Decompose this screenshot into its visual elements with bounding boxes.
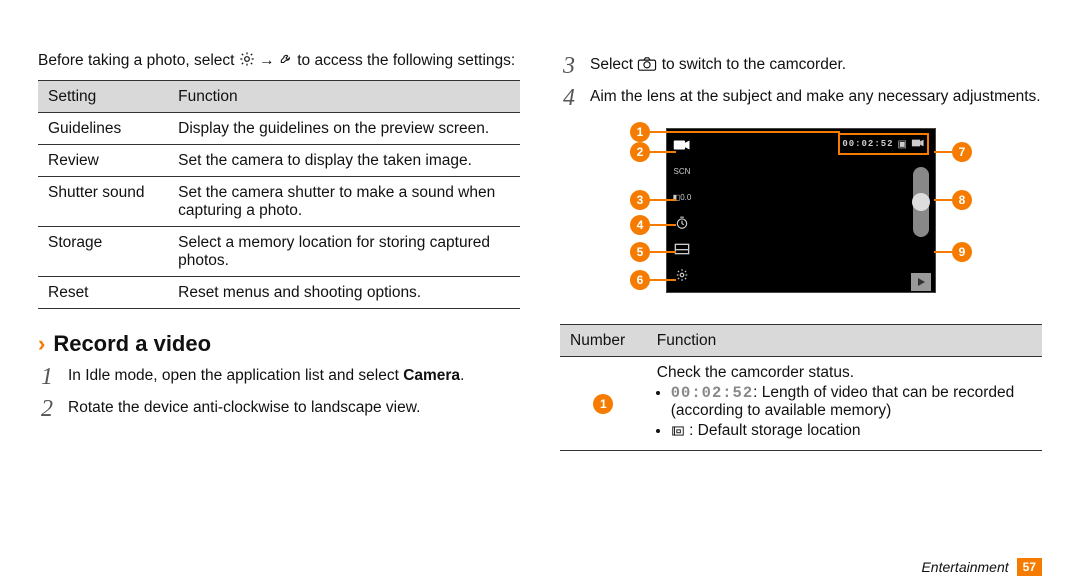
storage-status-icon: ▣ [898,139,907,150]
intro-after: to access the following settings: [297,52,515,69]
th-setting: Setting [38,81,168,113]
camera-icon [637,56,657,78]
resolution-icon [671,239,693,259]
setting-name: Guidelines [38,113,168,145]
settings-gear-icon [671,265,693,285]
step-body: In Idle mode, open the application list … [68,365,520,389]
setting-func: Display the guidelines on the preview sc… [168,113,520,145]
camcorder-diagram: SCN ◧ 0.0 00:02:52 ▣ 1 2 [616,120,986,312]
step-text: Rotate the device anti-clockwise to land… [68,399,420,416]
table-row: ReviewSet the camera to display the take… [38,145,520,177]
step-text: In Idle mode, open the application list … [68,367,403,384]
th-function: Function [647,325,1042,357]
section-heading: › Record a video [38,331,520,357]
intro-arrow: → [259,52,279,69]
wrench-icon [279,51,293,74]
page-number: 57 [1017,558,1042,576]
step-body: Rotate the device anti-clockwise to land… [68,397,520,421]
func-bullets: 00:02:52: Length of video that can be re… [657,384,1032,442]
step-bold: Camera [403,367,460,384]
table-row: StorageSelect a memory location for stor… [38,227,520,277]
setting-func: Select a memory location for storing cap… [168,227,520,277]
table-row: ResetReset menus and shooting options. [38,277,520,309]
setting-func: Reset menus and shooting options. [168,277,520,309]
page-footer: Entertainment 57 [921,558,1042,576]
playback-button-icon [911,273,931,291]
callout-8: 8 [934,190,972,210]
list-item: : Default storage location [671,422,1032,442]
time-code: 00:02:52 [671,384,753,402]
camcorder-mode-icon [671,135,693,155]
step: 4 Aim the lens at the subject and make a… [560,86,1042,110]
step-number: 3 [560,54,578,78]
list-item: 00:02:52: Length of video that can be re… [671,384,1032,420]
step-text: Aim the lens at the subject and make any… [590,88,1041,105]
camcorder-left-bar: SCN ◧ 0.0 [671,135,707,285]
storage-icon [671,424,685,442]
row-function: Check the camcorder status. 00:02:52: Le… [647,357,1042,451]
setting-name: Review [38,145,168,177]
table-row: 1 Check the camcorder status. 00:02:52: … [560,357,1042,451]
step-text: Select [590,56,637,73]
setting-name: Storage [38,227,168,277]
setting-name: Reset [38,277,168,309]
th-function: Function [168,81,520,113]
number-function-table: Number Function 1 Check the camcorder st… [560,324,1042,451]
camcorder-small-icon [911,135,925,153]
step-number: 4 [560,86,578,110]
step-body: Select to switch to the camcorder. [590,54,1042,78]
row-number: 1 [560,357,647,451]
setting-func: Set the camera to display the taken imag… [168,145,520,177]
record-button-icon [912,193,930,211]
step-number: 1 [38,365,56,389]
right-steps: 3 Select to switch to the camcorder. 4 A… [560,54,1042,110]
step: 2 Rotate the device anti-clockwise to la… [38,397,520,421]
func-title: Check the camcorder status. [657,364,1032,382]
table-row: Shutter soundSet the camera shutter to m… [38,177,520,227]
step-number: 2 [38,397,56,421]
camcorder-right-bar [911,167,931,291]
callout-9: 9 [934,242,972,262]
step: 3 Select to switch to the camcorder. [560,54,1042,78]
setting-func: Set the camera shutter to make a sound w… [168,177,520,227]
gear-icon [239,51,255,74]
table-row: GuidelinesDisplay the guidelines on the … [38,113,520,145]
intro-paragraph: Before taking a photo, select → to acces… [38,50,520,74]
section-title: Record a video [53,331,211,357]
callout-badge: 1 [593,394,613,414]
exposure-icon: ◧ 0.0 [671,187,693,207]
step: 1 In Idle mode, open the application lis… [38,365,520,389]
camcorder-status-box: 00:02:52 ▣ [838,133,929,155]
step-after: . [460,367,464,384]
intro-before: Before taking a photo, select [38,52,239,69]
record-slider [913,167,929,237]
record-time: 00:02:52 [842,139,893,149]
camcorder-screen: SCN ◧ 0.0 00:02:52 ▣ [666,128,936,293]
callout-7: 7 [934,142,972,162]
left-steps: 1 In Idle mode, open the application lis… [38,365,520,421]
settings-table: Setting Function GuidelinesDisplay the g… [38,80,520,309]
setting-name: Shutter sound [38,177,168,227]
page-root: Before taking a photo, select → to acces… [0,0,1080,586]
scene-mode-icon: SCN [671,161,693,181]
th-number: Number [560,325,647,357]
chevron-right-icon: › [38,333,45,355]
step-after: to switch to the camcorder. [662,56,846,73]
footer-section: Entertainment [921,559,1008,575]
step-body: Aim the lens at the subject and make any… [590,86,1042,110]
right-column: 3 Select to switch to the camcorder. 4 A… [560,48,1042,572]
timer-icon [671,213,693,233]
left-column: Before taking a photo, select → to acces… [38,48,520,572]
bullet-text: : Default storage location [689,422,860,439]
